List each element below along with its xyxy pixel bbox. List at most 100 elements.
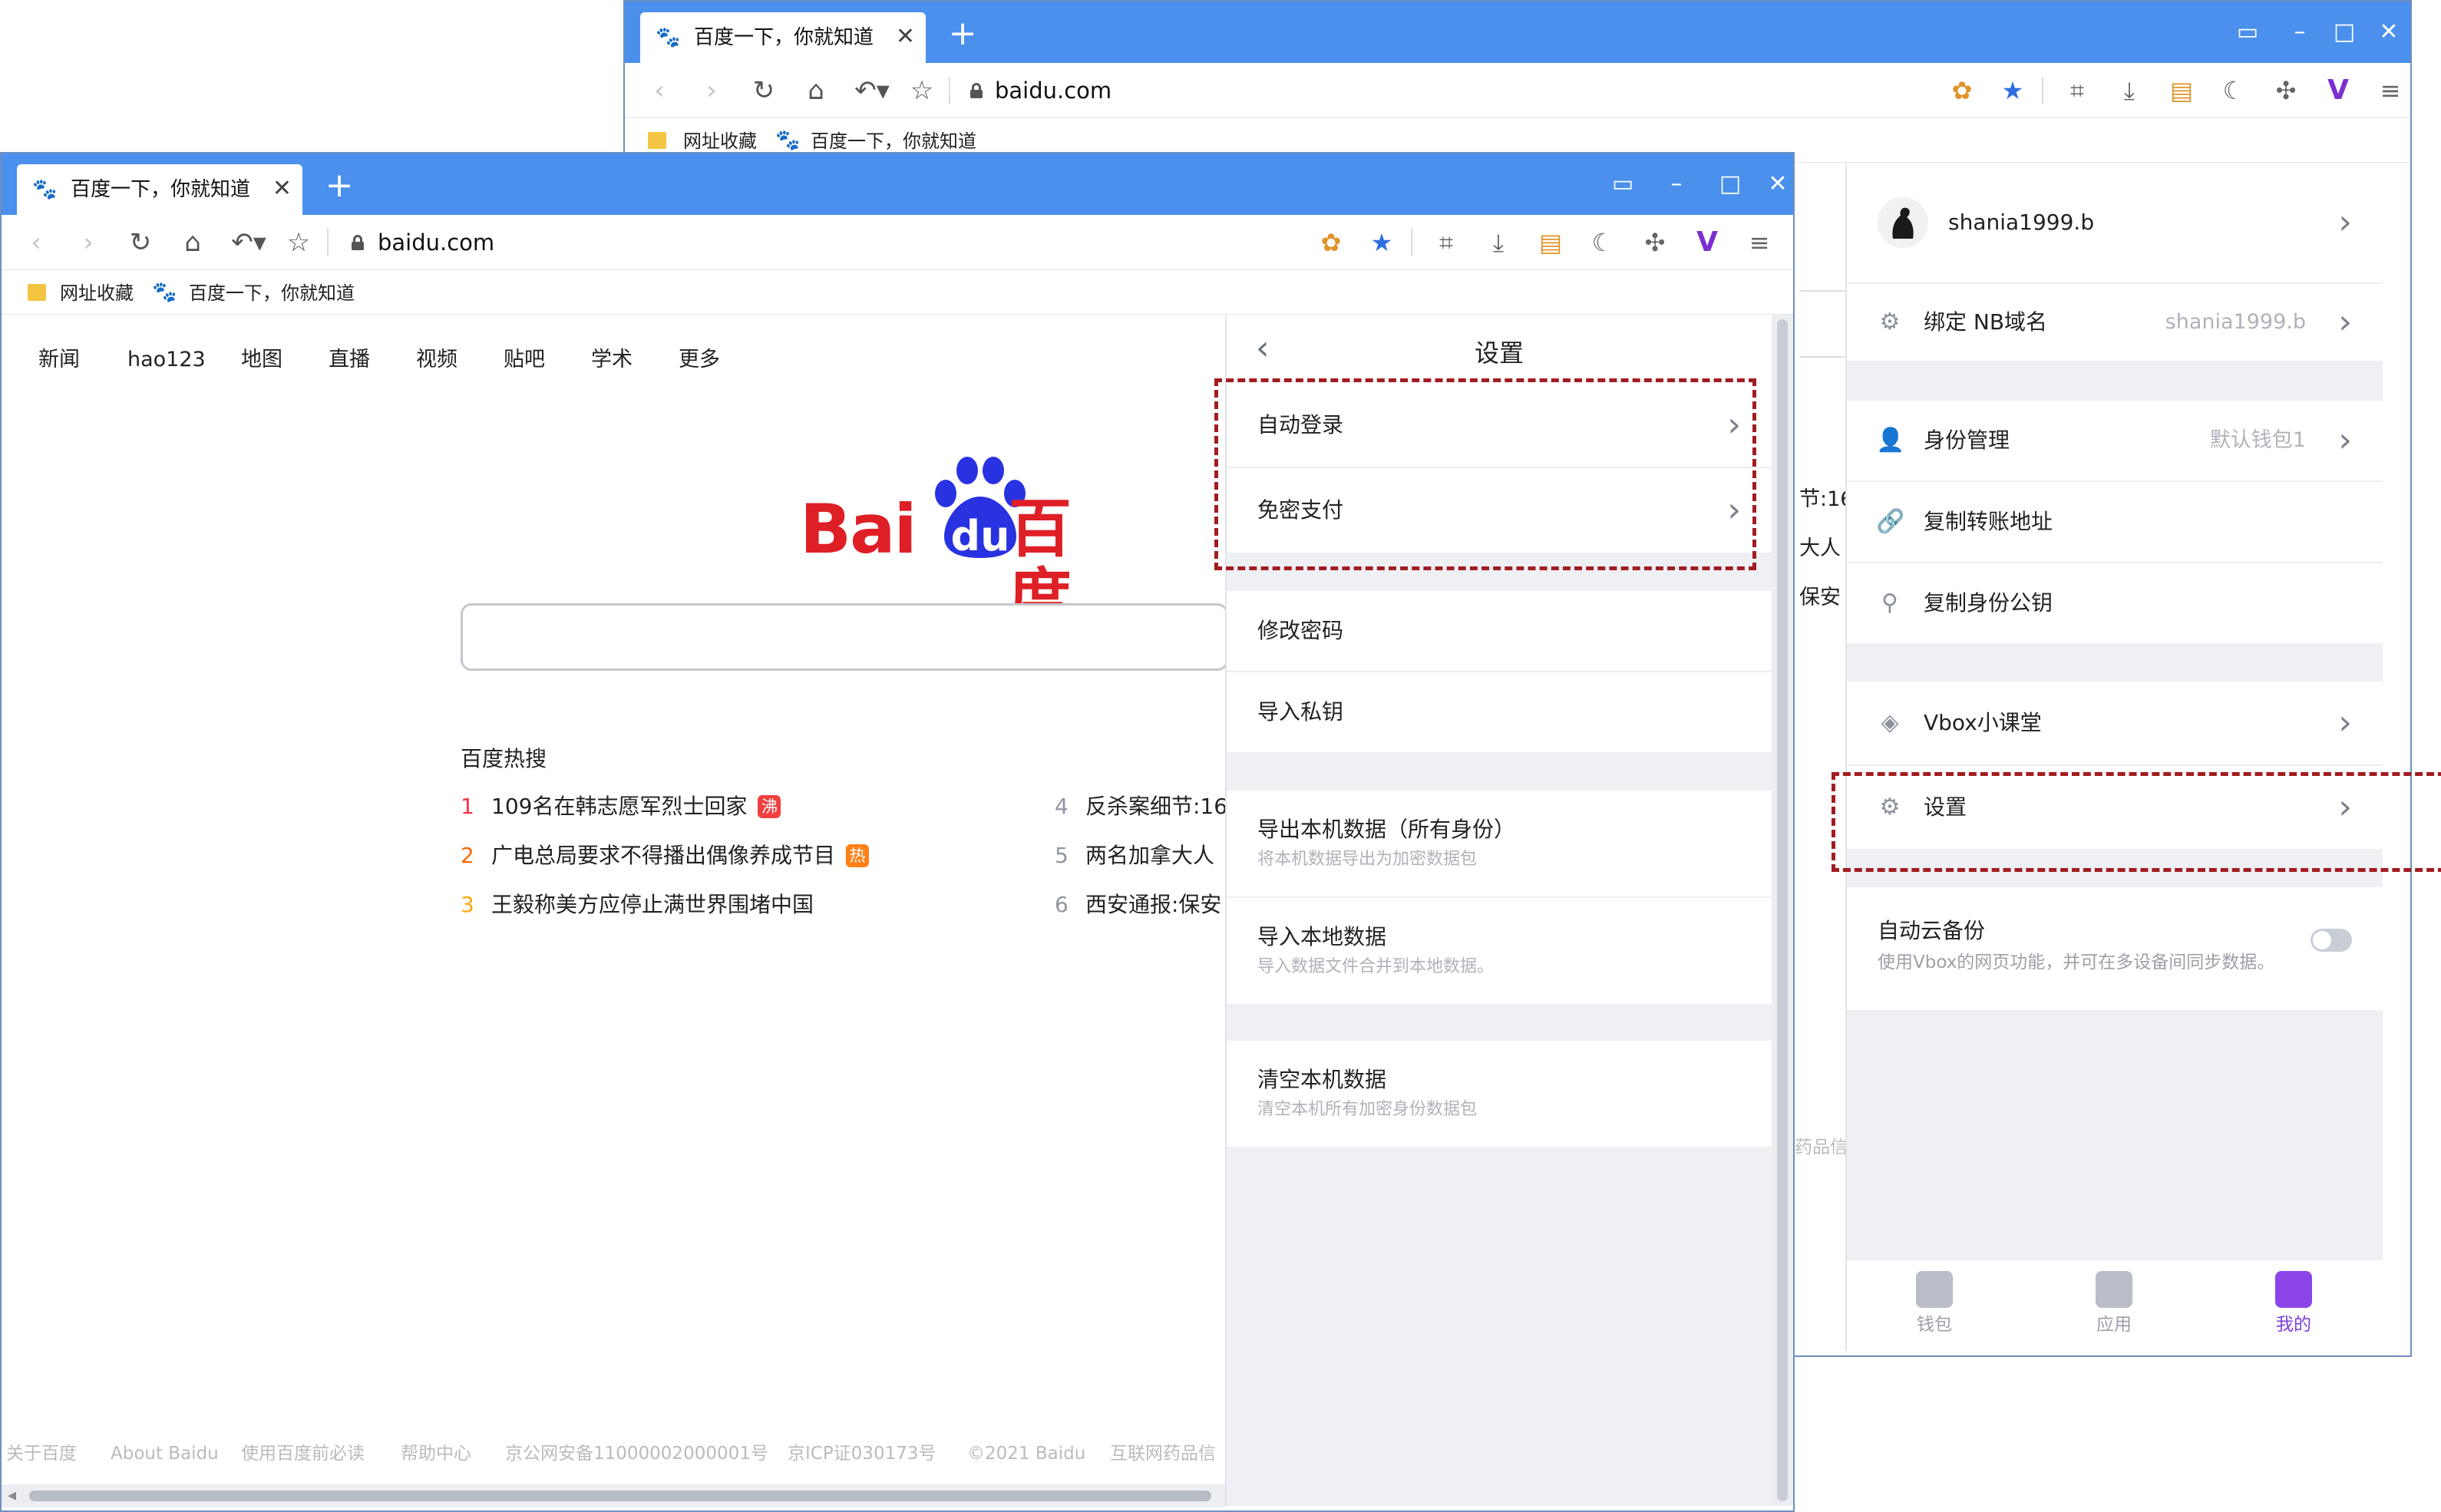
footer-link[interactable]: 京ICP证030173号 bbox=[788, 1443, 936, 1464]
footer-link[interactable]: About Baidu bbox=[111, 1443, 219, 1464]
tab-apps[interactable]: 应用 bbox=[2060, 1271, 2168, 1335]
bee-extension-icon[interactable]: ✿ bbox=[1311, 224, 1351, 261]
extensions-puzzle-icon[interactable]: ✣ bbox=[2266, 72, 2306, 109]
settings-item-import-key[interactable]: 导入私钥 bbox=[1227, 672, 1772, 752]
bookmark-baidu[interactable]: 百度一下，你就知道 bbox=[811, 130, 976, 152]
night-mode-icon[interactable]: ☾ bbox=[2214, 72, 2254, 109]
settings-item-import-data[interactable]: 导入本地数据 导入数据文件合并到本地数据。 bbox=[1227, 898, 1772, 1004]
bookmark-folder[interactable]: 网址收藏 bbox=[60, 282, 134, 304]
reload-icon[interactable]: ↻ bbox=[121, 224, 160, 261]
forward-icon[interactable]: › bbox=[69, 224, 107, 261]
tab-wallet[interactable]: 钱包 bbox=[1881, 1271, 1988, 1335]
settings-item-export-data[interactable]: 导出本机数据（所有身份） 将本机数据导出为加密数据包 bbox=[1227, 791, 1772, 896]
minimize-button[interactable]: – bbox=[1655, 164, 1698, 204]
vbox-extension-icon[interactable]: V bbox=[1687, 224, 1727, 261]
footer-link[interactable]: 互联网药品信 bbox=[1110, 1443, 1216, 1464]
toolbar-separator bbox=[2042, 77, 2043, 104]
vbox-extension-icon[interactable]: V bbox=[2318, 72, 2358, 109]
extensions-puzzle-icon[interactable]: ✣ bbox=[1635, 224, 1675, 261]
profile-icon bbox=[2275, 1271, 2312, 1308]
folder-icon bbox=[648, 132, 666, 149]
nav-map[interactable]: 地图 bbox=[241, 347, 282, 373]
footer-link[interactable]: 使用百度前必读 bbox=[241, 1443, 365, 1464]
crop-screenshot-icon[interactable]: ⌗ bbox=[1426, 224, 1466, 261]
home-icon[interactable]: ⌂ bbox=[797, 72, 835, 109]
tab-baidu[interactable]: 🐾 百度一下，你就知道 ✕ bbox=[17, 164, 302, 215]
bind-domain-row[interactable]: ⚙ 绑定 NB域名 shania1999.b › bbox=[1847, 284, 2383, 361]
notes-extension-icon[interactable]: ▤ bbox=[1531, 224, 1571, 261]
footer-link[interactable]: 帮助中心 bbox=[401, 1443, 471, 1464]
footer-link[interactable]: 关于百度 bbox=[6, 1443, 77, 1464]
bee-extension-icon[interactable]: ✿ bbox=[1942, 72, 1982, 109]
nav-live[interactable]: 直播 bbox=[329, 347, 370, 373]
close-tab-icon[interactable]: ✕ bbox=[896, 23, 915, 51]
undo-close-icon[interactable]: ↶▾ bbox=[847, 72, 897, 109]
new-tab-button[interactable]: + bbox=[941, 12, 984, 55]
scroll-left-icon[interactable]: ◂ bbox=[8, 1484, 16, 1507]
chevron-right-icon: › bbox=[2338, 421, 2352, 460]
hot-item-5[interactable]: 5 两名加拿大人 bbox=[1055, 843, 1214, 869]
night-mode-icon[interactable]: ☾ bbox=[1583, 224, 1623, 261]
close-window-button[interactable]: ✕ bbox=[1756, 164, 1793, 204]
sidebar-toggle-icon[interactable]: ▭ bbox=[2226, 12, 2269, 52]
scrollbar-thumb[interactable] bbox=[29, 1491, 1211, 1501]
download-icon[interactable]: ⤓ bbox=[2109, 72, 2149, 109]
hot-item-2[interactable]: 2 广电总局要求不得播出偶像养成节目热 bbox=[461, 843, 870, 869]
hot-item-1[interactable]: 1 109名在韩志愿军烈士回家沸 bbox=[461, 794, 781, 820]
nav-more[interactable]: 更多 bbox=[679, 347, 720, 373]
lock-icon bbox=[970, 83, 983, 98]
account-row[interactable]: shania1999.b › bbox=[1847, 163, 2383, 282]
bookmark-star-icon[interactable]: ☆ bbox=[279, 224, 318, 261]
menu-icon[interactable]: ≡ bbox=[1739, 224, 1779, 261]
notes-extension-icon[interactable]: ▤ bbox=[2162, 72, 2202, 109]
nav-xueshu[interactable]: 学术 bbox=[591, 347, 633, 373]
nav-video[interactable]: 视频 bbox=[416, 347, 457, 373]
nav-hao123[interactable]: hao123 bbox=[127, 347, 206, 373]
hot-item-4[interactable]: 4 反杀案细节:16 bbox=[1055, 794, 1227, 820]
bookmark-baidu[interactable]: 百度一下，你就知道 bbox=[189, 282, 355, 304]
copy-address-row[interactable]: 🔗 复制转账地址 bbox=[1847, 482, 2383, 562]
hot-item-6[interactable]: 6 西安通报:保安 bbox=[1055, 892, 1221, 918]
close-window-button[interactable]: ✕ bbox=[2367, 12, 2410, 52]
back-icon[interactable]: ‹ bbox=[640, 72, 679, 109]
menu-icon[interactable]: ≡ bbox=[2370, 72, 2410, 109]
settings-item-clear-data[interactable]: 清空本机数据 清空本机所有加密身份数据包 bbox=[1227, 1041, 1772, 1147]
download-icon[interactable]: ⤓ bbox=[1478, 224, 1518, 261]
copy-pubkey-row[interactable]: ⚲ 复制身份公钥 bbox=[1847, 563, 2383, 643]
forward-icon[interactable]: › bbox=[692, 72, 731, 109]
cloud-backup-toggle[interactable] bbox=[2311, 929, 2352, 952]
footer-link[interactable]: ©2021 Baidu bbox=[967, 1443, 1085, 1464]
tab-me-label: 我的 bbox=[2276, 1315, 2311, 1335]
maximize-button[interactable]: □ bbox=[2323, 12, 2366, 52]
classroom-row[interactable]: ◈ Vbox小课堂 › bbox=[1847, 682, 2383, 764]
baidu-search-input[interactable] bbox=[461, 603, 1228, 671]
address-bar[interactable]: baidu.com bbox=[995, 77, 1111, 104]
bookmark-folder[interactable]: 网址收藏 bbox=[683, 130, 757, 152]
favorite-star-icon[interactable]: ★ bbox=[1362, 224, 1402, 261]
nav-news[interactable]: 新闻 bbox=[38, 347, 80, 373]
undo-close-icon[interactable]: ↶▾ bbox=[224, 224, 273, 261]
user-icon: 👤 bbox=[1876, 427, 1905, 454]
vertical-scrollbar[interactable] bbox=[1772, 315, 1793, 1506]
settings-item-change-password[interactable]: 修改密码 bbox=[1227, 591, 1772, 671]
bookmark-star-icon[interactable]: ☆ bbox=[903, 72, 941, 109]
tab-baidu[interactable]: 🐾 百度一下，你就知道 ✕ bbox=[640, 12, 926, 63]
nav-tieba[interactable]: 贴吧 bbox=[504, 347, 545, 373]
favorite-star-icon[interactable]: ★ bbox=[1993, 72, 2033, 109]
hot-item-3[interactable]: 3 王毅称美方应停止满世界围堵中国 bbox=[461, 892, 814, 918]
crop-screenshot-icon[interactable]: ⌗ bbox=[2057, 72, 2097, 109]
sidebar-toggle-icon[interactable]: ▭ bbox=[1601, 164, 1644, 204]
footer-link[interactable]: 京公网安备11000002000001号 bbox=[505, 1443, 768, 1464]
tab-me[interactable]: 我的 bbox=[2240, 1271, 2347, 1335]
back-icon[interactable]: ‹ bbox=[17, 224, 55, 261]
reload-icon[interactable]: ↻ bbox=[745, 72, 783, 109]
horizontal-scrollbar[interactable]: ◂ bbox=[2, 1484, 1225, 1507]
minimize-button[interactable]: – bbox=[2278, 12, 2321, 52]
close-tab-icon[interactable]: ✕ bbox=[273, 175, 292, 203]
maximize-button[interactable]: □ bbox=[1709, 164, 1752, 204]
home-icon[interactable]: ⌂ bbox=[173, 224, 212, 261]
scrollbar-thumb[interactable] bbox=[1777, 319, 1788, 1501]
identity-row[interactable]: 👤 身份管理 默认钱包1 › bbox=[1847, 401, 2383, 480]
address-bar[interactable]: baidu.com bbox=[378, 229, 494, 256]
new-tab-button[interactable]: + bbox=[318, 164, 361, 207]
